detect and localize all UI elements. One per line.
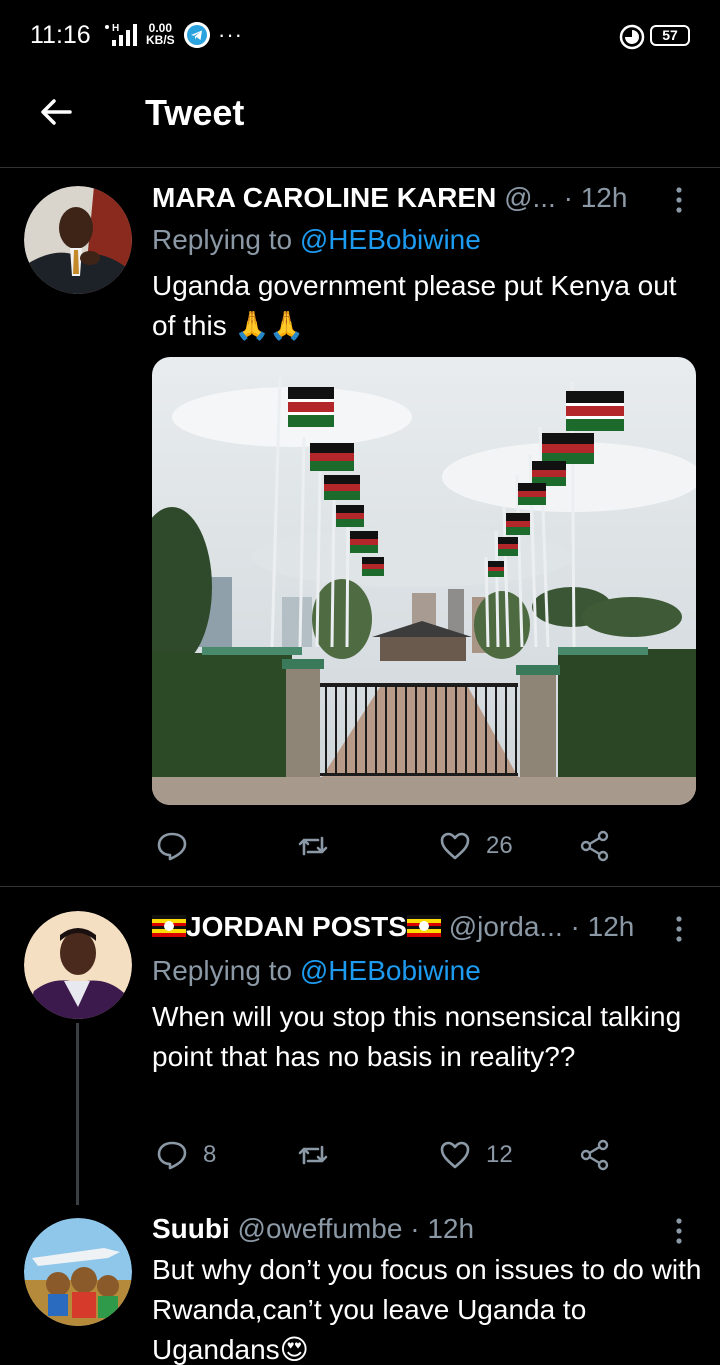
replying-to-handle-link[interactable]: @HEBobiwine bbox=[300, 955, 481, 986]
tweet-text: But why don’t you focus on issues to do … bbox=[152, 1254, 702, 1365]
author-handle[interactable]: @... bbox=[496, 182, 556, 213]
data-saver-icon bbox=[619, 24, 645, 50]
telegram-icon bbox=[184, 22, 210, 48]
status-bar: 11:16 H 0.00 KB/S ··· 57 bbox=[0, 0, 720, 72]
author-handle[interactable]: @jorda... bbox=[441, 911, 563, 942]
more-options-icon[interactable] bbox=[667, 182, 691, 218]
author-handle[interactable]: @oweffumbe bbox=[230, 1213, 403, 1244]
tweet-media-image[interactable] bbox=[152, 357, 696, 805]
reply-icon bbox=[157, 832, 187, 861]
more-notifications-icon: ··· bbox=[218, 22, 243, 47]
like-count: 26 bbox=[486, 832, 513, 859]
like-count: 12 bbox=[486, 1141, 513, 1168]
tweet-timestamp: · 12h bbox=[562, 911, 635, 942]
more-options-icon[interactable] bbox=[667, 1213, 691, 1249]
tweet-card[interactable]: MARA CAROLINE KAREN @... · 12h Replying … bbox=[0, 168, 720, 886]
tweet-author-line: JORDAN POSTS @jorda... · 12h bbox=[152, 911, 634, 947]
network-speed-unit: KB/S bbox=[146, 33, 175, 47]
heart-icon bbox=[440, 1141, 470, 1169]
reply-count: 8 bbox=[203, 1141, 217, 1168]
reply-icon bbox=[157, 1141, 187, 1170]
top-app-bar: Tweet bbox=[0, 72, 720, 168]
tweet-card[interactable]: Suubi @oweffumbe · 12h But why don’t you… bbox=[0, 1205, 720, 1365]
reply-button[interactable]: 8 bbox=[155, 1135, 216, 1175]
tweet-timestamp: · 12h bbox=[402, 1213, 475, 1244]
share-button[interactable] bbox=[578, 1135, 612, 1175]
tweet-card[interactable]: JORDAN POSTS @jorda... · 12h Replying to… bbox=[0, 887, 720, 1205]
like-button[interactable]: 12 bbox=[438, 1135, 513, 1175]
uganda-flag-icon bbox=[152, 915, 186, 938]
share-icon bbox=[580, 1139, 609, 1171]
tweet-timestamp: · 12h bbox=[555, 182, 628, 213]
battery-indicator: 57 bbox=[650, 25, 690, 46]
replying-to-label: Replying to bbox=[152, 955, 300, 986]
replying-to-handle-link[interactable]: @HEBobiwine bbox=[300, 224, 481, 255]
back-arrow-icon[interactable] bbox=[36, 92, 76, 132]
tweet-author-line: MARA CAROLINE KAREN @... · 12h bbox=[152, 182, 627, 218]
mobile-signal-icon: H bbox=[105, 23, 137, 46]
share-icon bbox=[580, 830, 609, 862]
thread-connector-line bbox=[76, 1023, 79, 1205]
avatar[interactable] bbox=[24, 1218, 132, 1326]
author-name[interactable]: MARA CAROLINE KAREN bbox=[152, 182, 496, 213]
reply-button[interactable] bbox=[155, 826, 203, 866]
tweet-text: Uganda government please put Kenya out o… bbox=[152, 270, 677, 341]
heart-icon bbox=[440, 832, 470, 860]
replying-to-label: Replying to bbox=[152, 224, 300, 255]
author-name[interactable]: JORDAN POSTS bbox=[186, 911, 407, 942]
uganda-flag-icon bbox=[406, 915, 441, 938]
retweet-button[interactable] bbox=[296, 826, 344, 866]
network-speed: 0.00 KB/S bbox=[146, 22, 175, 46]
replying-to: Replying to @HEBobiwine bbox=[152, 955, 481, 987]
retweet-icon bbox=[298, 1145, 328, 1165]
status-time: 11:16 bbox=[30, 21, 91, 49]
like-button[interactable]: 26 bbox=[438, 826, 513, 866]
share-button[interactable] bbox=[578, 826, 612, 866]
tweet-text: When will you stop this nonsensical talk… bbox=[152, 1001, 682, 1072]
avatar[interactable] bbox=[24, 911, 132, 1019]
signal-type-label: H bbox=[112, 23, 119, 34]
page-title: Tweet bbox=[145, 92, 245, 133]
author-name[interactable]: Suubi bbox=[152, 1213, 230, 1244]
retweet-icon bbox=[298, 836, 328, 856]
avatar[interactable] bbox=[24, 186, 132, 294]
tweet-author-line: Suubi @oweffumbe · 12h bbox=[152, 1213, 474, 1249]
retweet-button[interactable] bbox=[296, 1135, 344, 1175]
more-options-icon[interactable] bbox=[667, 911, 691, 947]
replying-to: Replying to @HEBobiwine bbox=[152, 224, 481, 256]
